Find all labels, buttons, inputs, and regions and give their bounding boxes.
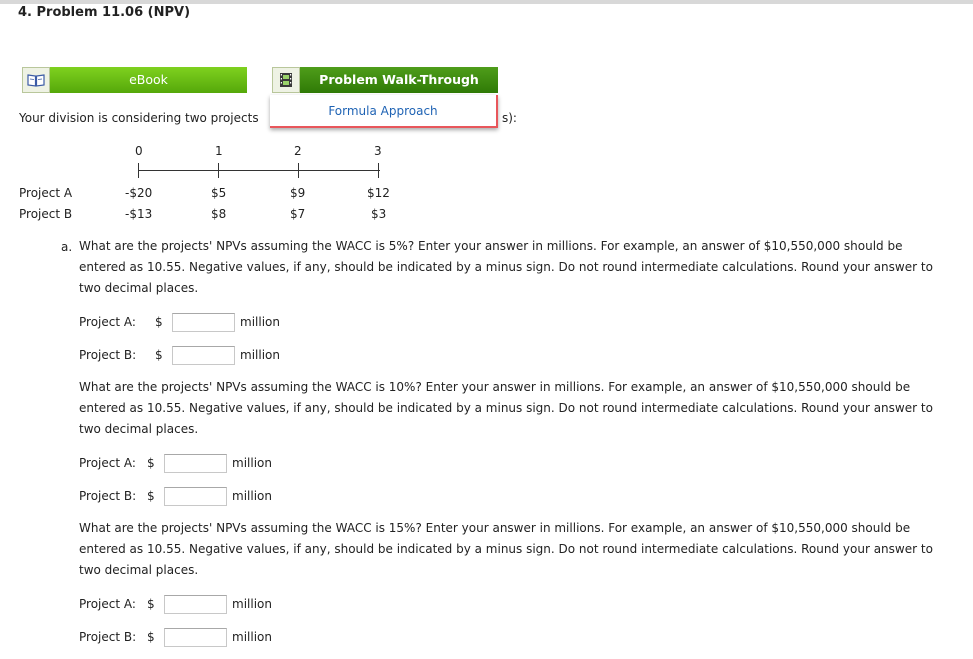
cash-flow-cell: $3 [371, 207, 387, 221]
unit-label: million [240, 348, 280, 362]
field-label: Project B: [79, 489, 137, 503]
cash-flow-cell: $9 [290, 186, 306, 200]
walkthrough-dropdown: Formula Approach [270, 95, 498, 128]
ebook-label: eBook [50, 67, 247, 93]
cash-flow-cell: $7 [290, 207, 306, 221]
npv-b-5-input[interactable] [172, 346, 235, 365]
question-letter: a. [61, 240, 73, 254]
cash-flow-cell: -$13 [125, 207, 153, 221]
year-label: 3 [374, 144, 382, 158]
field-label: Project B: [79, 348, 137, 362]
cash-flow-cell: -$20 [125, 186, 153, 200]
top-bar [0, 0, 973, 4]
unit-label: million [232, 597, 272, 611]
question-text-5: What are the projects' NPVs assuming the… [79, 239, 933, 295]
timeline-tick [298, 163, 299, 178]
project-b-label: Project B [19, 207, 73, 221]
unit-label: million [232, 630, 272, 644]
timeline-tick [138, 163, 139, 178]
cash-flow-cell: $5 [211, 186, 227, 200]
intro-text-tail: s): [502, 111, 517, 125]
cash-flow-cell: $8 [211, 207, 227, 221]
project-a-label: Project A [19, 186, 73, 200]
cash-flow-cell: $12 [367, 186, 390, 200]
question-text-15: What are the projects' NPVs assuming the… [79, 521, 933, 577]
npv-b-10-input[interactable] [164, 487, 227, 506]
field-label: Project A: [79, 456, 136, 470]
npv-a-15-input[interactable] [164, 595, 227, 614]
walkthrough-label: Problem Walk-Through [300, 67, 498, 93]
currency-symbol: $ [147, 456, 155, 470]
book-icon [22, 67, 50, 93]
currency-symbol: $ [155, 315, 163, 329]
ebook-button[interactable]: eBook [22, 67, 247, 93]
currency-symbol: $ [147, 597, 155, 611]
timeline-tick [218, 163, 219, 178]
unit-label: million [240, 315, 280, 329]
year-label: 1 [215, 144, 223, 158]
field-label: Project B: [79, 630, 137, 644]
question-text-10: What are the projects' NPVs assuming the… [79, 380, 933, 436]
unit-label: million [232, 489, 272, 503]
unit-label: million [232, 456, 272, 470]
timeline-tick [378, 163, 379, 178]
intro-text: Your division is considering two project… [19, 111, 259, 125]
problem-title: 4. Problem 11.06 (NPV) [18, 5, 191, 20]
year-label: 0 [135, 144, 143, 158]
npv-a-10-input[interactable] [164, 454, 227, 473]
formula-approach-link[interactable]: Formula Approach [328, 104, 437, 118]
npv-b-15-input[interactable] [164, 628, 227, 647]
npv-a-5-input[interactable] [172, 313, 235, 332]
timeline-axis [138, 170, 380, 171]
field-label: Project A: [79, 315, 136, 329]
currency-symbol: $ [147, 489, 155, 503]
walkthrough-button[interactable]: Problem Walk-Through [272, 67, 498, 93]
currency-symbol: $ [155, 348, 163, 362]
year-label: 2 [294, 144, 302, 158]
film-icon [272, 67, 300, 93]
field-label: Project A: [79, 597, 136, 611]
currency-symbol: $ [147, 630, 155, 644]
